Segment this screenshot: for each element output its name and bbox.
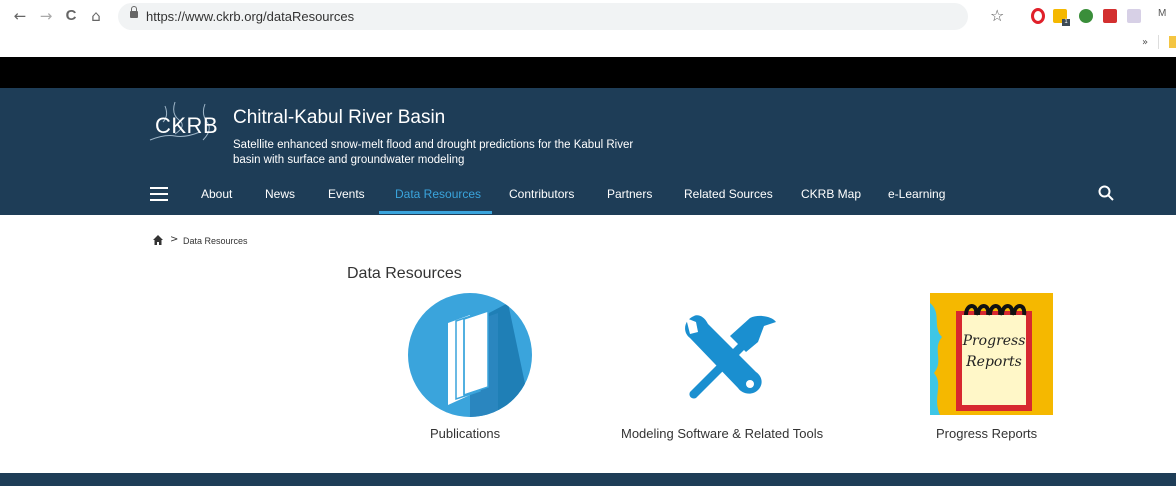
site-title[interactable]: Chitral-Kabul River Basin bbox=[233, 107, 445, 129]
nav-data-resources[interactable]: Data Resources bbox=[395, 187, 481, 201]
breadcrumb-current: Data Resources bbox=[183, 236, 248, 246]
extension-badge: 1 bbox=[1062, 19, 1070, 26]
address-bar[interactable]: https://www.ckrb.org/dataResources bbox=[118, 3, 968, 30]
back-button[interactable]: ← bbox=[10, 6, 30, 26]
nav-e-learning[interactable]: e-Learning bbox=[888, 187, 945, 201]
browser-toolbar: ← → C ⌂ https://www.ckrb.org/dataResourc… bbox=[0, 0, 1176, 57]
more-bookmarks-button[interactable]: » bbox=[1142, 37, 1148, 48]
lock-icon bbox=[130, 6, 138, 18]
site-tagline: Satellite enhanced snow-melt flood and d… bbox=[233, 139, 634, 166]
notepad-text-line-1: Progress bbox=[962, 333, 1026, 349]
notepad-icon[interactable]: Progress Reports bbox=[930, 293, 1053, 415]
search-icon[interactable] bbox=[1098, 185, 1114, 201]
home-button[interactable]: ⌂ bbox=[86, 6, 106, 26]
wrench-hammer-icon[interactable] bbox=[680, 312, 778, 400]
nav-ckrb-map[interactable]: CKRB Map bbox=[801, 187, 861, 201]
profile-initial[interactable]: M bbox=[1158, 8, 1166, 19]
site-logo[interactable]: CKRB bbox=[145, 100, 225, 148]
document-extension-icon[interactable] bbox=[1127, 9, 1141, 23]
opera-icon[interactable] bbox=[1031, 8, 1045, 24]
bookmark-divider bbox=[1158, 35, 1159, 49]
yellow-extension-icon[interactable]: 1 bbox=[1053, 9, 1070, 26]
site-footer bbox=[0, 473, 1176, 486]
book-icon[interactable] bbox=[408, 293, 532, 417]
red-extension-icon[interactable] bbox=[1103, 9, 1117, 23]
top-black-bar bbox=[0, 57, 1176, 88]
nav-news[interactable]: News bbox=[265, 187, 295, 201]
nav-contributors[interactable]: Contributors bbox=[509, 187, 574, 201]
breadcrumb-separator: > bbox=[170, 234, 179, 245]
nav-related-sources[interactable]: Related Sources bbox=[684, 187, 773, 201]
forward-button[interactable]: → bbox=[36, 6, 56, 26]
page-title: Data Resources bbox=[347, 265, 462, 282]
bookmark-star-icon[interactable]: ☆ bbox=[990, 6, 1004, 26]
logo-text: CKRB bbox=[155, 113, 219, 138]
menu-icon[interactable] bbox=[150, 187, 168, 201]
bookmark-folder-icon[interactable] bbox=[1169, 36, 1176, 48]
card-modeling-label[interactable]: Modeling Software & Related Tools bbox=[621, 426, 823, 441]
notepad-text-line-2: Reports bbox=[965, 354, 1022, 370]
nav-partners[interactable]: Partners bbox=[607, 187, 652, 201]
active-nav-indicator bbox=[379, 211, 492, 214]
nav-about[interactable]: About bbox=[201, 187, 232, 201]
url-text[interactable]: https://www.ckrb.org/dataResources bbox=[146, 9, 354, 24]
card-publications-label[interactable]: Publications bbox=[430, 426, 500, 441]
green-extension-icon[interactable] bbox=[1079, 9, 1093, 23]
nav-events[interactable]: Events bbox=[328, 187, 365, 201]
home-icon[interactable] bbox=[152, 234, 164, 246]
reload-button[interactable]: C bbox=[61, 6, 81, 26]
card-progress-reports-label[interactable]: Progress Reports bbox=[936, 426, 1037, 441]
